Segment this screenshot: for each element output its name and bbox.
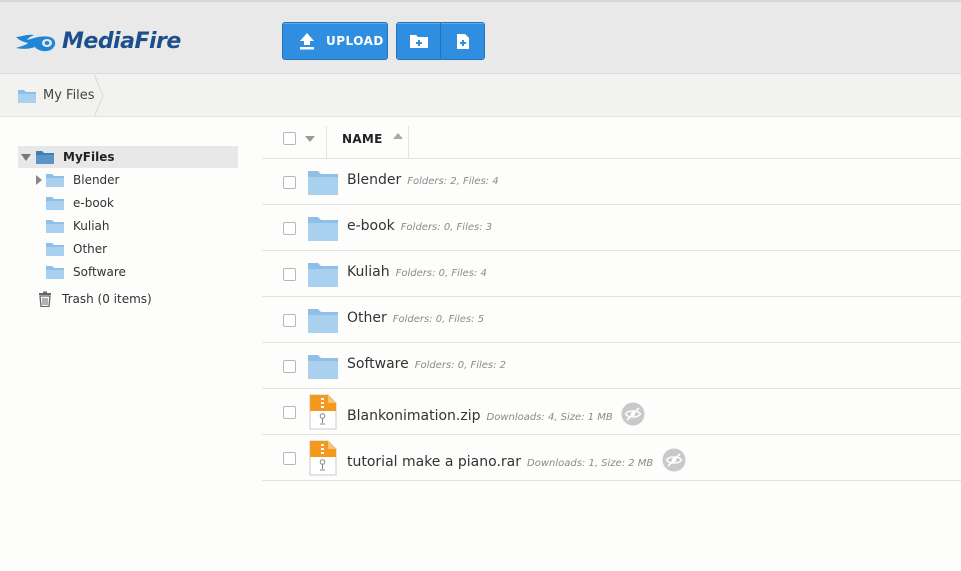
folder-icon	[308, 171, 338, 195]
mediafire-logo[interactable]: MediaFire	[14, 26, 181, 56]
breadcrumb-my-files[interactable]: My Files	[4, 74, 105, 117]
folder-icon	[46, 173, 64, 187]
sidebar-item-trash[interactable]: Trash (0 items)	[18, 286, 238, 312]
list-item[interactable]: Blankonimation.zip Downloads: 4, Size: 1 …	[262, 389, 961, 435]
trash-label: Trash (0 items)	[62, 292, 152, 306]
list-item[interactable]: Software Folders: 0, Files: 2	[262, 343, 961, 389]
sidebar-item-other[interactable]: Other	[18, 237, 238, 260]
file-name[interactable]: tutorial make a piano.rar	[347, 454, 521, 470]
sort-ascending-icon[interactable]	[393, 133, 403, 139]
name-column-header[interactable]: NAME	[342, 132, 383, 146]
file-meta: Folders: 0, Files: 4	[395, 268, 487, 279]
breadcrumb: My Files	[0, 74, 961, 117]
select-menu-caret-icon[interactable]	[305, 136, 315, 142]
sidebar-item-label: Software	[73, 264, 126, 279]
row-checkbox[interactable]	[283, 314, 296, 327]
file-name[interactable]: Blender	[347, 172, 401, 188]
file-name[interactable]: Other	[347, 310, 387, 326]
folder-icon	[308, 309, 338, 333]
row-checkbox[interactable]	[283, 222, 296, 235]
breadcrumb-label: My Files	[43, 88, 95, 103]
list-item[interactable]: e-book Folders: 0, Files: 3	[262, 205, 961, 251]
folder-icon	[46, 196, 64, 210]
folder-icon	[308, 217, 338, 241]
file-meta: Downloads: 4, Size: 1 MB	[486, 412, 613, 423]
list-item[interactable]: Blender Folders: 2, Files: 4	[262, 159, 961, 205]
archive-file-icon	[309, 440, 337, 476]
upload-button-label: UPLOAD	[326, 34, 384, 48]
row-checkbox[interactable]	[283, 176, 296, 189]
new-folder-button[interactable]	[397, 23, 440, 59]
flame-logo-icon	[16, 34, 56, 52]
file-meta: Folders: 2, Files: 4	[407, 176, 499, 187]
upload-button[interactable]: UPLOAD	[282, 22, 388, 60]
new-folder-icon	[409, 35, 428, 48]
upload-arrow-icon	[300, 33, 314, 50]
select-all-checkbox[interactable]	[283, 132, 296, 145]
file-list: NAME Blender Folders: 2, Files: 4 e-book F…	[262, 118, 961, 481]
file-name[interactable]: Kuliah	[347, 264, 390, 280]
trash-icon	[39, 291, 51, 307]
sidebar-item-kuliah[interactable]: Kuliah	[18, 214, 238, 237]
file-name[interactable]: Software	[347, 356, 409, 372]
logo-text: MediaFire	[62, 28, 181, 54]
tree-root-label: MyFiles	[63, 150, 115, 164]
file-meta: Folders: 0, Files: 5	[392, 314, 485, 325]
sidebar-item-blender[interactable]: Blender	[18, 168, 238, 191]
row-checkbox[interactable]	[283, 406, 296, 419]
breadcrumb-separator	[94, 74, 104, 117]
file-meta: Folders: 0, Files: 2	[414, 360, 507, 371]
file-meta: Downloads: 1, Size: 2 MB	[527, 458, 654, 469]
row-checkbox[interactable]	[283, 360, 296, 373]
sidebar-item-software[interactable]: Software	[18, 260, 238, 283]
private-eye-icon[interactable]	[621, 402, 645, 426]
sidebar-item-label: Blender	[73, 172, 120, 187]
folder-icon	[308, 263, 338, 287]
sidebar-item-label: e-book	[73, 195, 114, 210]
row-checkbox[interactable]	[283, 452, 296, 465]
tree-root-myfiles[interactable]: MyFiles	[18, 146, 238, 168]
sidebar-item-e-book[interactable]: e-book	[18, 191, 238, 214]
collapse-icon[interactable]	[21, 153, 31, 161]
list-item[interactable]: Kuliah Folders: 0, Files: 4	[262, 251, 961, 297]
list-header: NAME	[262, 118, 961, 159]
new-file-button[interactable]	[440, 23, 484, 59]
folder-icon	[18, 89, 36, 103]
app-header: MediaFire UPLOAD	[0, 0, 961, 74]
private-eye-icon[interactable]	[662, 448, 686, 472]
folder-icon	[46, 265, 64, 279]
expand-icon[interactable]	[33, 174, 45, 186]
row-checkbox[interactable]	[283, 268, 296, 281]
file-name[interactable]: e-book	[347, 218, 395, 234]
folder-tree: MyFiles Blender e-book Kuliah Other Soft…	[18, 146, 238, 312]
folder-icon	[46, 242, 64, 256]
list-item[interactable]: Other Folders: 0, Files: 5	[262, 297, 961, 343]
folder-icon	[36, 151, 54, 164]
sidebar-item-label: Kuliah	[73, 218, 110, 233]
folder-icon	[308, 355, 338, 379]
sidebar-item-label: Other	[73, 241, 108, 256]
file-name[interactable]: Blankonimation.zip	[347, 408, 481, 424]
new-file-icon	[456, 33, 469, 49]
file-meta: Folders: 0, Files: 3	[400, 222, 493, 233]
list-item[interactable]: tutorial make a piano.rar Downloads: 1, S…	[262, 435, 961, 481]
archive-file-icon	[309, 394, 337, 430]
create-button-group	[396, 22, 485, 60]
folder-icon	[46, 219, 64, 233]
